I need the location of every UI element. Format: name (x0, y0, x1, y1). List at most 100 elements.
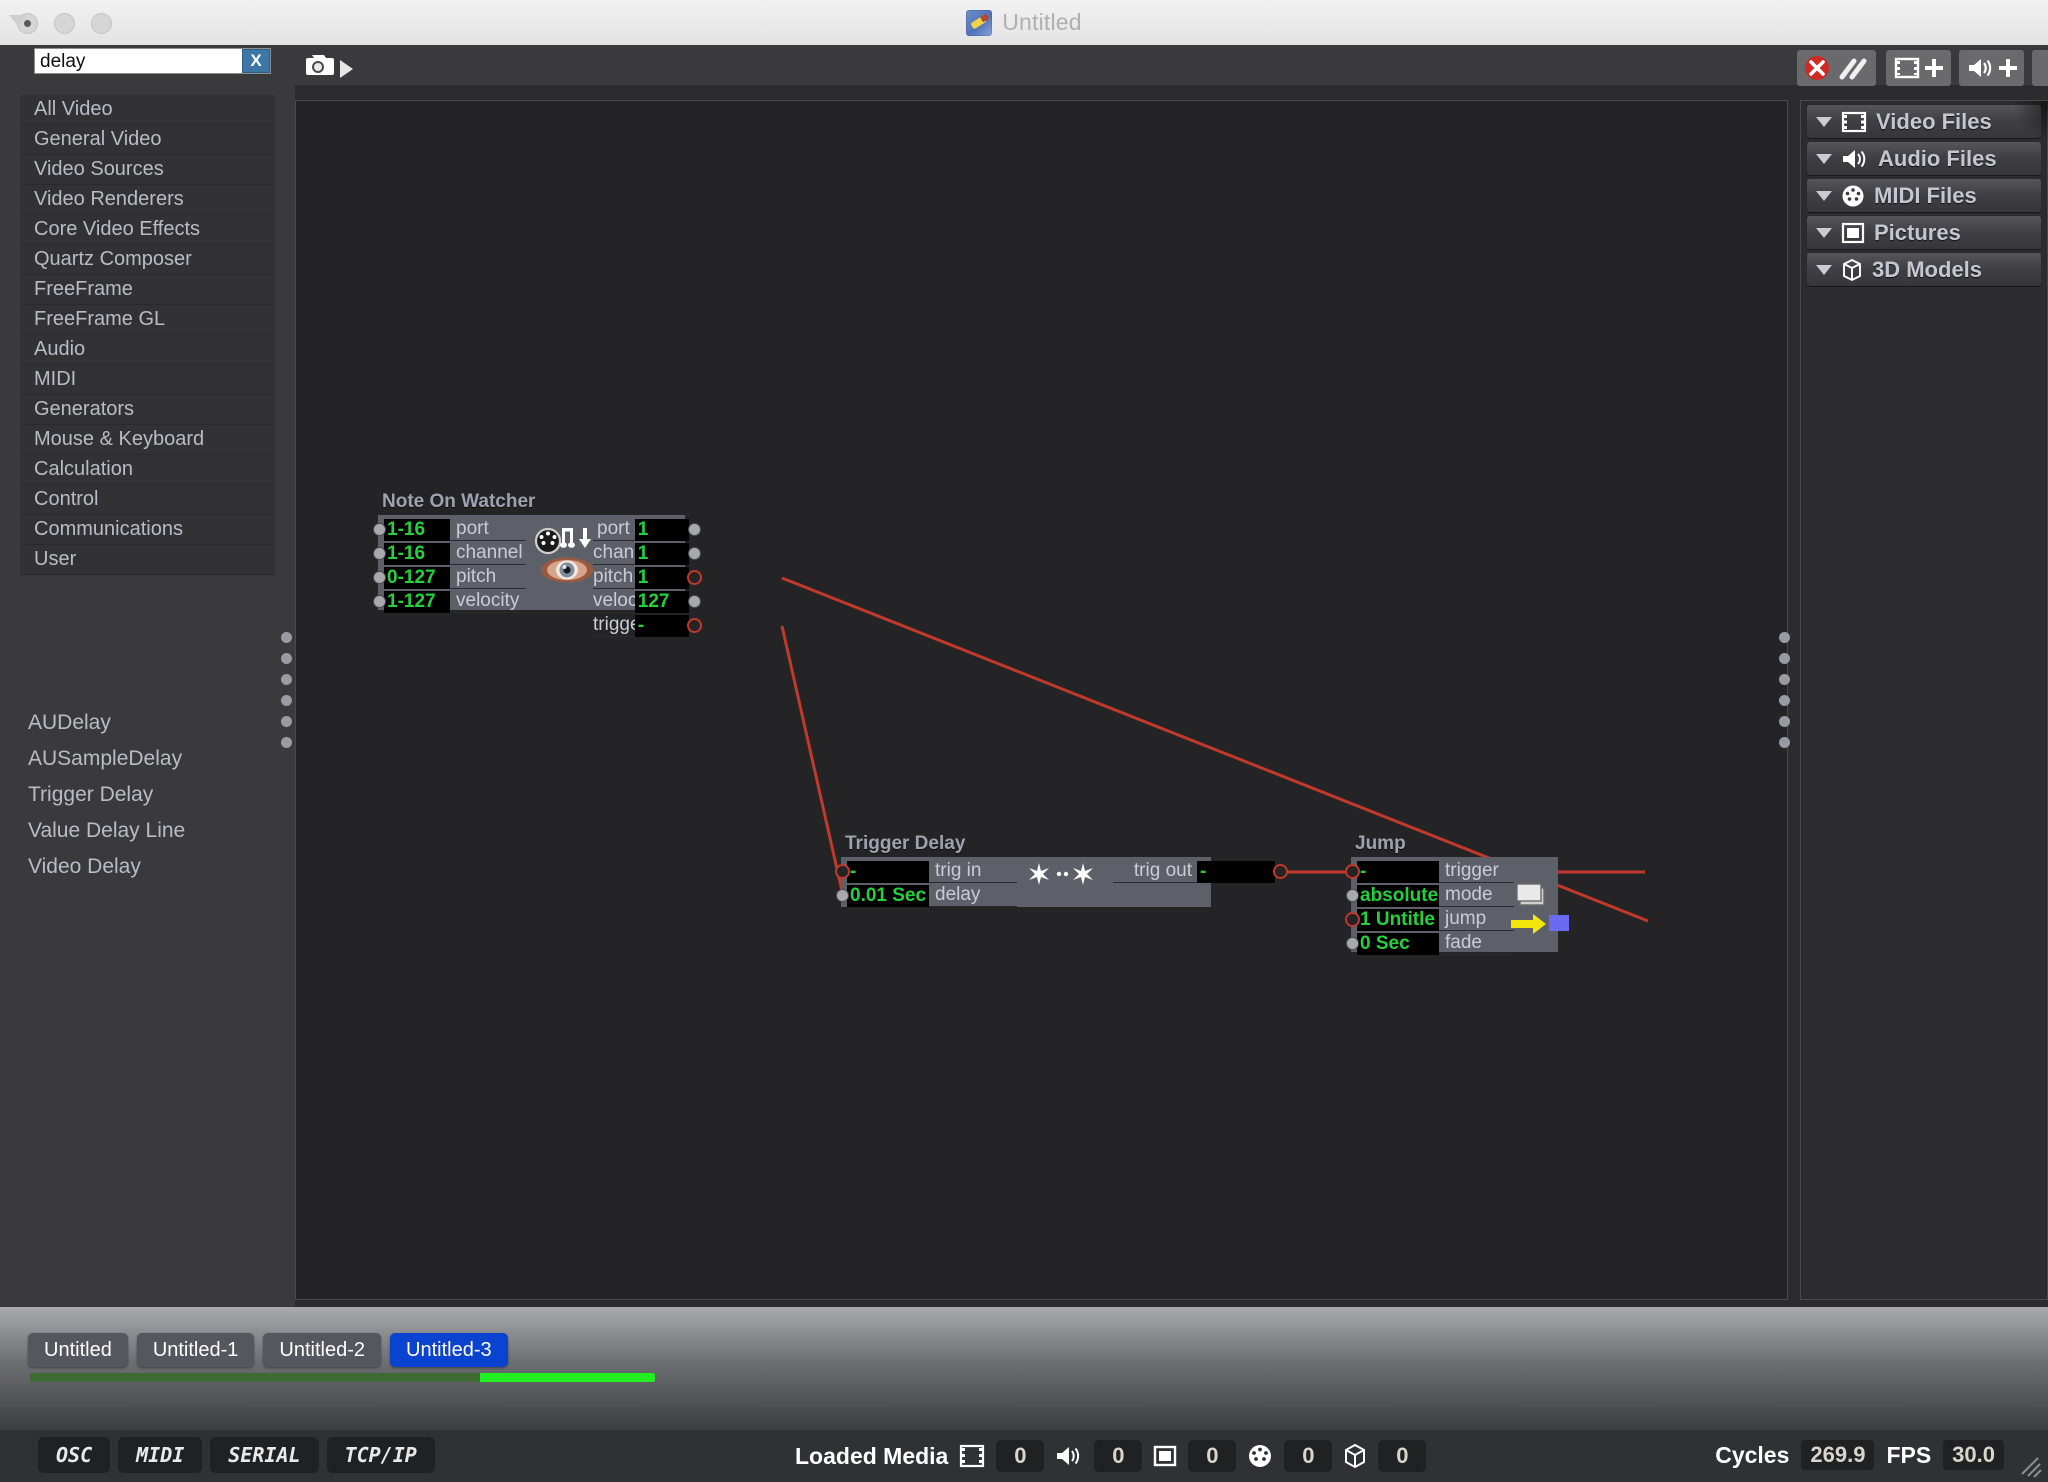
search-clear-button[interactable]: X (242, 49, 270, 73)
disclosure-triangle-icon[interactable] (1816, 264, 1832, 275)
output-label: port (593, 519, 635, 541)
node-body[interactable]: - trig in 0.01 Sec delay trig out - (837, 857, 1286, 907)
media-bin-video-files[interactable]: Video Files (1807, 105, 2041, 138)
scene-tab-untitled-1[interactable]: Untitled-1 (136, 1333, 255, 1367)
output-value[interactable]: - (1197, 861, 1275, 883)
media-bins-panel: Video Files Audio Files MIDI Files Pictures… (1800, 100, 2048, 1300)
protocol-button-osc[interactable]: OSC (38, 1437, 111, 1473)
category-item-mouse-keyboard[interactable]: Mouse & Keyboard (20, 425, 275, 455)
node-body[interactable]: 1-16 port 1-16 channel 0-127 pitch 1-127… (374, 515, 700, 637)
category-item-quartz-composer[interactable]: Quartz Composer (20, 245, 275, 275)
output-port-dot[interactable] (689, 596, 700, 607)
node-jump[interactable]: Jump - trigger absolute mode 1 Untitle j… (1347, 833, 1569, 955)
input-value[interactable]: 1-16 (384, 543, 450, 565)
protocol-button-midi[interactable]: MIDI (118, 1437, 203, 1473)
output-value[interactable]: 127 (634, 591, 689, 613)
category-label: Calculation (34, 458, 133, 480)
input-port-dot-connected[interactable] (1347, 866, 1358, 877)
category-item-generators[interactable]: Generators (20, 395, 275, 425)
input-value[interactable]: - (1357, 861, 1439, 883)
output-port-dot[interactable] (689, 548, 700, 559)
category-item-video-sources[interactable]: Video Sources (20, 155, 275, 185)
media-bin-label: Audio Files (1878, 145, 1997, 171)
output-port-dot-connected[interactable] (689, 572, 700, 583)
input-port-dot[interactable] (374, 524, 385, 535)
result-item-value-delay-line[interactable]: Value Delay Line (0, 813, 295, 849)
add-audio-file-button[interactable] (1959, 50, 2024, 86)
result-item-video-delay[interactable]: Video Delay (0, 849, 295, 885)
output-value[interactable]: 1 (634, 567, 689, 589)
output-value[interactable]: 1 (634, 543, 689, 565)
input-port-dot-connected[interactable] (1347, 914, 1358, 925)
input-value[interactable]: - (847, 861, 929, 883)
category-item-all-video[interactable]: All Video (20, 95, 275, 125)
output-port-dot-connected[interactable] (689, 620, 700, 631)
search-input[interactable] (40, 51, 220, 73)
input-value[interactable]: 0.01 Sec (847, 885, 929, 907)
camera-icon[interactable] (301, 52, 335, 78)
media-bin-3d-models[interactable]: 3D Models (1807, 253, 2041, 286)
sidebar-disclosure-triangle-icon[interactable] (9, 15, 27, 26)
input-port-dot[interactable] (1347, 938, 1358, 949)
add-video-file-button[interactable] (1886, 50, 1951, 86)
disclosure-triangle-icon[interactable] (1816, 116, 1832, 127)
input-value[interactable]: 0 Sec (1357, 933, 1439, 955)
media-bin-audio-files[interactable]: Audio Files (1807, 142, 2041, 175)
category-item-communications[interactable]: Communications (20, 515, 275, 545)
play-triangle-icon[interactable] (340, 60, 353, 78)
output-value[interactable]: 1 (634, 519, 689, 541)
input-value[interactable]: absolute (1357, 885, 1439, 907)
window-resize-grip[interactable] (2016, 1452, 2042, 1478)
disclosure-triangle-icon[interactable] (1816, 153, 1832, 164)
input-value[interactable]: 1 Untitle (1357, 909, 1439, 931)
category-item-midi[interactable]: MIDI (20, 365, 275, 395)
search-field-container[interactable]: X (34, 48, 271, 74)
result-item-ausampledelay[interactable]: AUSampleDelay (0, 741, 295, 777)
input-port-dot[interactable] (837, 890, 848, 901)
input-port-dot[interactable] (1347, 890, 1358, 901)
video-count: 0 (996, 1440, 1045, 1472)
input-port-dot[interactable] (374, 596, 385, 607)
disclosure-triangle-icon[interactable] (1816, 227, 1832, 238)
protocol-button-serial[interactable]: SERIAL (210, 1437, 319, 1473)
add-picture-file-button[interactable] (2032, 50, 2048, 86)
canvas-splitter-handle[interactable] (1776, 632, 1792, 758)
scene-tab-untitled[interactable]: Untitled (28, 1333, 128, 1367)
protocol-label: MIDI (136, 1443, 185, 1467)
category-item-user[interactable]: User (20, 545, 275, 575)
category-item-control[interactable]: Control (20, 485, 275, 515)
input-value[interactable]: 1-127 (384, 591, 450, 613)
result-item-audelay[interactable]: AUDelay (0, 705, 295, 741)
input-port-dot[interactable] (374, 548, 385, 559)
sidebar-splitter-handle[interactable] (278, 632, 294, 758)
category-item-calculation[interactable]: Calculation (20, 455, 275, 485)
media-bin-pictures[interactable]: Pictures (1807, 216, 2041, 249)
node-trigger-delay[interactable]: Trigger Delay - trig in 0.01 Sec delay t… (837, 833, 1286, 907)
category-item-core-video-effects[interactable]: Core Video Effects (20, 215, 275, 245)
input-port-dot[interactable] (374, 572, 385, 583)
node-note-on-watcher[interactable]: Note On Watcher 1-16 port 1-16 channel 0… (374, 491, 700, 637)
category-item-audio[interactable]: Audio (20, 335, 275, 365)
scene-tab-untitled-2[interactable]: Untitled-2 (263, 1333, 382, 1367)
category-item-general-video[interactable]: General Video (20, 125, 275, 155)
patch-canvas[interactable]: Note On Watcher 1-16 port 1-16 channel 0… (295, 100, 1788, 1300)
output-port-dot-connected[interactable] (1275, 866, 1286, 877)
scene-tab-untitled-3[interactable]: Untitled-3 (390, 1333, 508, 1367)
node-body[interactable]: - trigger absolute mode 1 Untitle jump 0… (1347, 857, 1569, 955)
category-item-freeframe[interactable]: FreeFrame (20, 275, 275, 305)
category-label: FreeFrame (34, 278, 133, 300)
output-port-dot[interactable] (689, 524, 700, 535)
result-item-trigger-delay[interactable]: Trigger Delay (0, 777, 295, 813)
input-port-dot-connected[interactable] (837, 866, 848, 877)
media-bin-midi-files[interactable]: MIDI Files (1807, 179, 2041, 212)
input-value[interactable]: 1-16 (384, 519, 450, 541)
panel-shadow (2013, 101, 2048, 141)
output-value[interactable]: - (634, 615, 689, 637)
disable-output-button[interactable] (1797, 50, 1876, 86)
disclosure-triangle-icon[interactable] (1816, 190, 1832, 201)
speaker-icon (1057, 1447, 1080, 1465)
protocol-button-tcp-ip[interactable]: TCP/IP (326, 1437, 435, 1473)
input-value[interactable]: 0-127 (384, 567, 450, 589)
category-item-video-renderers[interactable]: Video Renderers (20, 185, 275, 215)
category-item-freeframe-gl[interactable]: FreeFrame GL (20, 305, 275, 335)
